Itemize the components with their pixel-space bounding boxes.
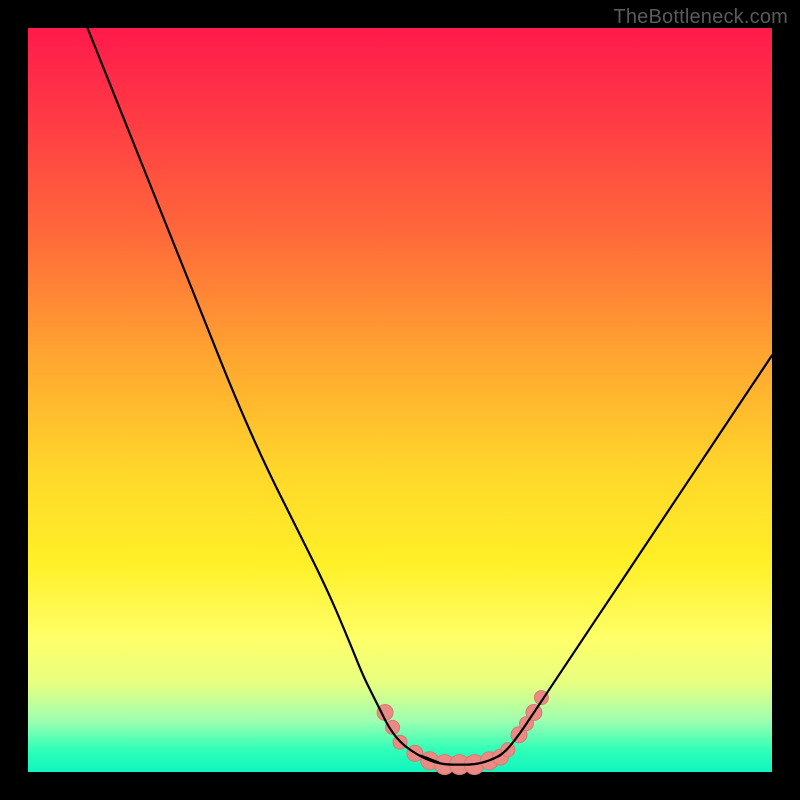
watermark-text: TheBottleneck.com [613, 6, 788, 29]
chart-frame: TheBottleneck.com [0, 0, 800, 800]
bottleneck-curve [88, 28, 773, 765]
marker-group [377, 691, 548, 775]
chart-svg [28, 28, 772, 772]
plot-area [28, 28, 772, 772]
